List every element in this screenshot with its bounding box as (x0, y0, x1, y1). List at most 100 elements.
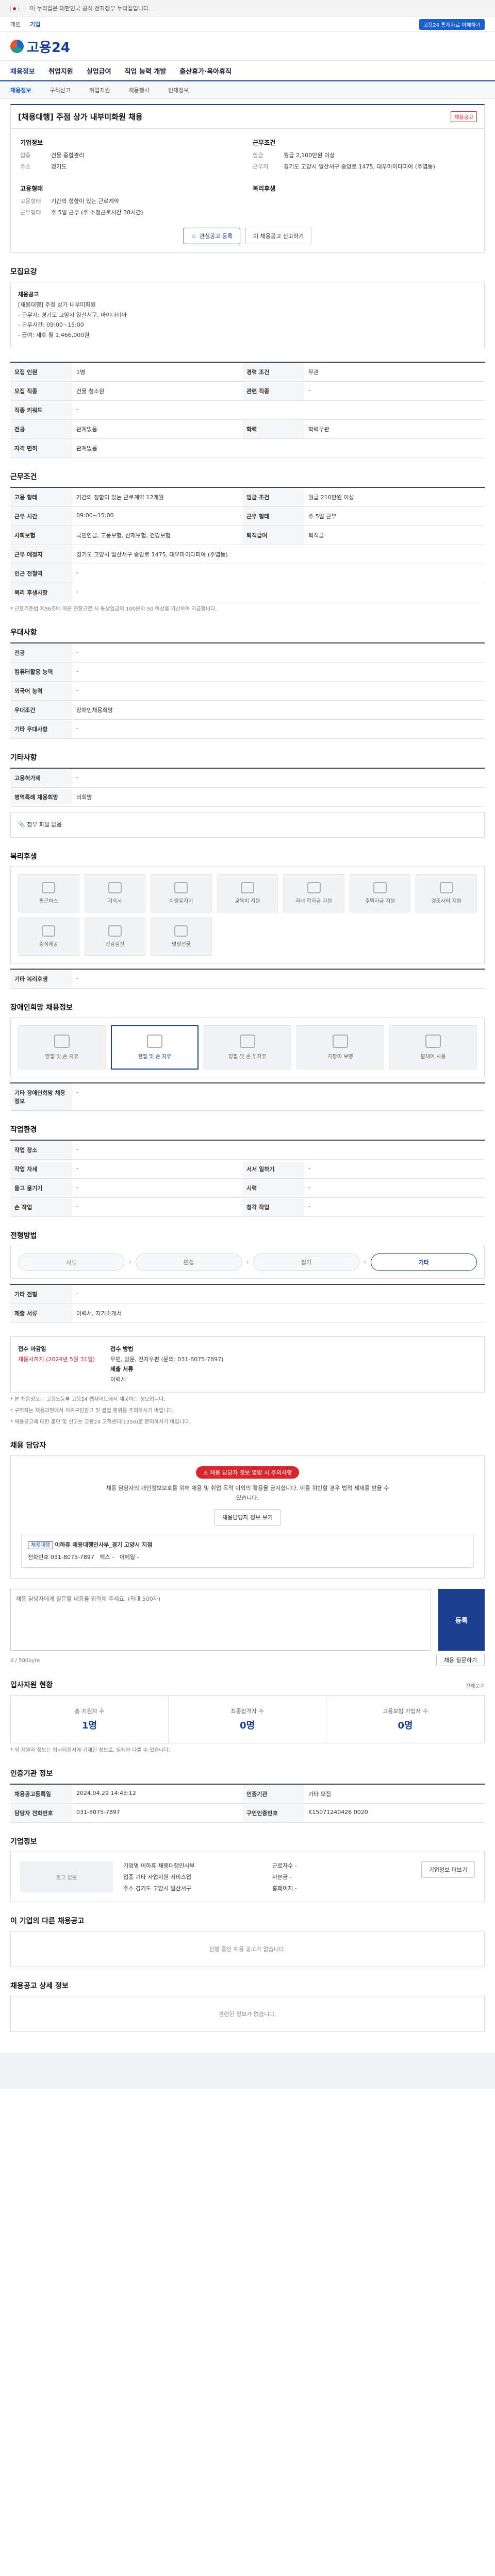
similar-empty: 관련된 정보가 없습니다. (10, 1996, 485, 2032)
arm-icon (147, 1035, 162, 1048)
status-section: 입사지원 현황 전체보기 총 지원자 수 1명 최종합격자 수 0명 고용보험 가입자… (10, 1681, 485, 1754)
cane-icon (333, 1035, 348, 1048)
disability-section: 장애인희망 채용정보 양팔 및 손 자유 한팔 및 손 자유 양팔 및 손 부자… (10, 1002, 485, 1111)
status-badge: 채용공고 (451, 111, 477, 122)
disability-grid: 양팔 및 손 자유 한팔 및 손 자유 양팔 및 손 부자유 지팡이 보행 휠체… (10, 1017, 485, 1077)
nav-training[interactable]: 직업 능력 개발 (125, 66, 167, 76)
gift-icon (439, 882, 453, 894)
welfare-family: 경조사비 지원 (416, 874, 477, 912)
company-logo: 로고 없음 (20, 1861, 113, 1893)
page-title: [채용대행] 주점 상가 내부미화원 채용 (18, 112, 143, 122)
subnav-support[interactable]: 취업지원 (89, 86, 110, 94)
welfare-holiday: 명절선물 (151, 917, 212, 956)
nav-leave[interactable]: 출산휴가·육아휴직 (179, 66, 232, 76)
meta-section: 인증기관 정보 채용공고등록일 2024.04.29 14:43:12 인증기관 기타… (10, 1768, 485, 1823)
house-icon (373, 882, 387, 894)
subnav-register[interactable]: 구직신고 (50, 86, 70, 94)
job-title-bar: [채용대행] 주점 상가 내부미화원 채용 채용공고 (10, 104, 485, 129)
apply-deadline: 채용시까지 (2024년 5월 31일) (18, 1355, 95, 1363)
disability-etc-table: 기타 장애인희망 채용정보 - (10, 1082, 485, 1111)
welfare-grid: 통근버스 기숙사 차량유지비 교육비 지원 자녀 학자금 지원 주택자금 지원 … (10, 866, 485, 963)
dis-one-arm: 한팔 및 손 자유 (111, 1025, 199, 1070)
welfare-house: 주택자금 지원 (349, 874, 411, 912)
etc-table: 고용허가제 - 병역특례 채용희망 비희망 (10, 767, 485, 807)
dis-both-arms: 양팔 및 손 자유 (18, 1025, 106, 1070)
arrow-right-icon: › (364, 1258, 367, 1266)
process-table: 기타 전형 - 제출 서류 이력서, 자기소개서 (10, 1283, 485, 1323)
meal-icon (42, 925, 56, 937)
report-button[interactable]: 이 채용공고 신고하기 (245, 228, 312, 244)
site-header: 고용24 (0, 32, 495, 61)
site-logo[interactable]: 고용24 (10, 37, 70, 56)
process-steps: 서류 › 면접 › 필기 › 기타 (10, 1245, 485, 1279)
car-icon (174, 882, 188, 894)
gov-banner: 이 누리집은 대한민국 공식 전자정부 누리집입니다. (0, 0, 495, 16)
subnav-talent[interactable]: 인재정보 (168, 86, 189, 94)
conditions-note: * 근로기준법 제56조에 따른 연장근로 시 통상임금의 100분의 50 이… (10, 606, 217, 612)
nav-support[interactable]: 취업지원 (48, 66, 73, 76)
step-etc: 기타 (370, 1253, 477, 1271)
recruit-section: 모집요강 채용공고 [채용대행] 주점 상가 내부미화원 - 근무지: 경기도 … (10, 266, 485, 348)
gov-notice: 이 누리집은 대한민국 공식 전자정부 누리집입니다. (30, 5, 151, 12)
warning-badge: ⚠ 채용 담당자 정보 열람 시 주의사항 (195, 1466, 300, 1479)
view-all-link[interactable]: 전체보기 (466, 1683, 485, 1695)
attachment-box: 📎 첨부 파일 없음 (10, 811, 485, 838)
company-card: 로고 없음 기업명 이하휴 채용대행인사부 근로자수 - 업종 기타 사업지원 … (10, 1852, 485, 1903)
submit-question-button[interactable]: 등록 (438, 1589, 485, 1651)
similar-section: 채용공고 상세 정보 관련된 정보가 없습니다. (10, 1980, 485, 2032)
stats-row: 총 지원자 수 1명 최종합격자 수 0명 고용보험 가입자 수 0명 (10, 1695, 485, 1744)
subnav-jobs[interactable]: 채용정보 (10, 86, 31, 94)
contact-section: 채용 담당자 ⚠ 채용 담당자 정보 열람 시 주의사항 채용 담당자의 개인정… (10, 1440, 485, 1667)
nav-jobs[interactable]: 채용정보 (10, 66, 35, 76)
workenv-table: 작업 장소 - 작업 자세 - 서서 일하기 - 들고 옮기기 - 시력 - 손 작업 - 청각 … (10, 1139, 485, 1217)
summary-company: 기업정보 업종 건물 종합관리 주소 경기도 (20, 139, 85, 170)
stat-insured: 고용보험 가입자 수 0명 (383, 1708, 428, 1732)
view-contact-button[interactable]: 채용담당자 정보 보기 (214, 1509, 281, 1526)
summary-hire: 고용형태 고용형태 기간의 정함이 있는 근로계약 근무형태 주 5일 근무 (주 … (20, 185, 143, 216)
stats-button[interactable]: 고용24 통계자료 이해하기 (419, 19, 485, 30)
welfare-section: 복리후생 통근버스 기숙사 차량유지비 교육비 지원 자녀 학자금 지원 주택자… (10, 851, 485, 989)
process-section: 전형방법 서류 › 면접 › 필기 › 기타 기타 전형 - 제출 서류 이력서, … (10, 1230, 485, 1323)
kr-flag-icon (10, 5, 22, 12)
dis-arms-limited: 양팔 및 손 부자유 (204, 1025, 291, 1070)
welfare-health: 건강검진 (84, 917, 146, 956)
dorm-icon (108, 882, 122, 894)
question-input[interactable] (10, 1589, 431, 1651)
link-personal[interactable]: 개인 (10, 21, 21, 28)
arms-icon (54, 1035, 70, 1048)
info-section: 모집 인원 1명 경력 조건 무관 모집 직종 건물 청소원 관련 직종 - 직종 키워드 -… (10, 361, 485, 458)
link-company[interactable]: 기업 (30, 21, 40, 28)
star-icon: ☆ (191, 232, 196, 240)
alert-icon: ⚠ (203, 1469, 210, 1476)
utility-bar: 개인 기업 고용24 통계자료 이해하기 (0, 16, 495, 32)
recruit-description: 채용공고 [채용대행] 주점 상가 내부미화원 - 근무지: 경기도 고양시 일… (10, 282, 485, 348)
bookmark-button[interactable]: ☆ 관심공고 등록 (183, 228, 240, 244)
main-nav: 채용정보 취업지원 실업급여 직업 능력 개발 출산휴가·육아휴직 (0, 61, 495, 81)
conditions-table: 고용 형태 기간의 정함이 있는 근로계약 12개월 임금 조건 월급 210만원 이… (10, 486, 485, 602)
stat-applicants: 총 지원자 수 1명 (11, 1696, 169, 1743)
workenv-section: 작업환경 작업 장소 - 작업 자세 - 서서 일하기 - 들고 옮기기 - 시력 - 손 작… (10, 1124, 485, 1217)
welfare-dorm: 기숙사 (84, 874, 146, 912)
wheelchair-icon (425, 1035, 441, 1048)
book-icon (240, 882, 254, 894)
special-table: 전공 - 컴퓨터활용 능력 - 외국어 능력 - 우대조건 장애인채용희망 기타 우대사… (10, 642, 485, 739)
site-footer (0, 2053, 495, 2089)
present-icon (174, 925, 188, 937)
welfare-bus: 통근버스 (18, 874, 79, 912)
nav-benefit[interactable]: 실업급여 (87, 66, 111, 76)
ask-more-button[interactable]: 채용 질문하기 (436, 1654, 485, 1667)
arrow-right-icon: › (246, 1258, 249, 1266)
summary-support: 복리후생 (253, 185, 276, 192)
dis-cane: 지팡이 보행 (296, 1025, 384, 1070)
bus-icon (42, 882, 56, 894)
company-more-button[interactable]: 기업정보 더보기 (421, 1861, 475, 1878)
welfare-lunch: 중식제공 (18, 917, 79, 956)
question-form: 등록 (10, 1589, 485, 1651)
meta-table: 채용공고등록일 2024.04.29 14:43:12 인증기관 기타 모집 담당자 … (10, 1784, 485, 1823)
etc-section: 기타사항 고용허가제 - 병역특례 채용희망 비희망 📎 첨부 파일 없음 (10, 752, 485, 838)
stat-passed: 최종합격자 수 0명 (169, 1696, 326, 1743)
school-icon (307, 882, 321, 894)
info-table: 모집 인원 1명 경력 조건 무관 모집 직종 건물 청소원 관련 직종 - 직종 키워드 -… (10, 361, 485, 458)
conditions-section: 근무조건 고용 형태 기간의 정함이 있는 근로계약 12개월 임금 조건 월급 21… (10, 471, 485, 614)
subnav-events[interactable]: 채용행사 (128, 86, 149, 94)
